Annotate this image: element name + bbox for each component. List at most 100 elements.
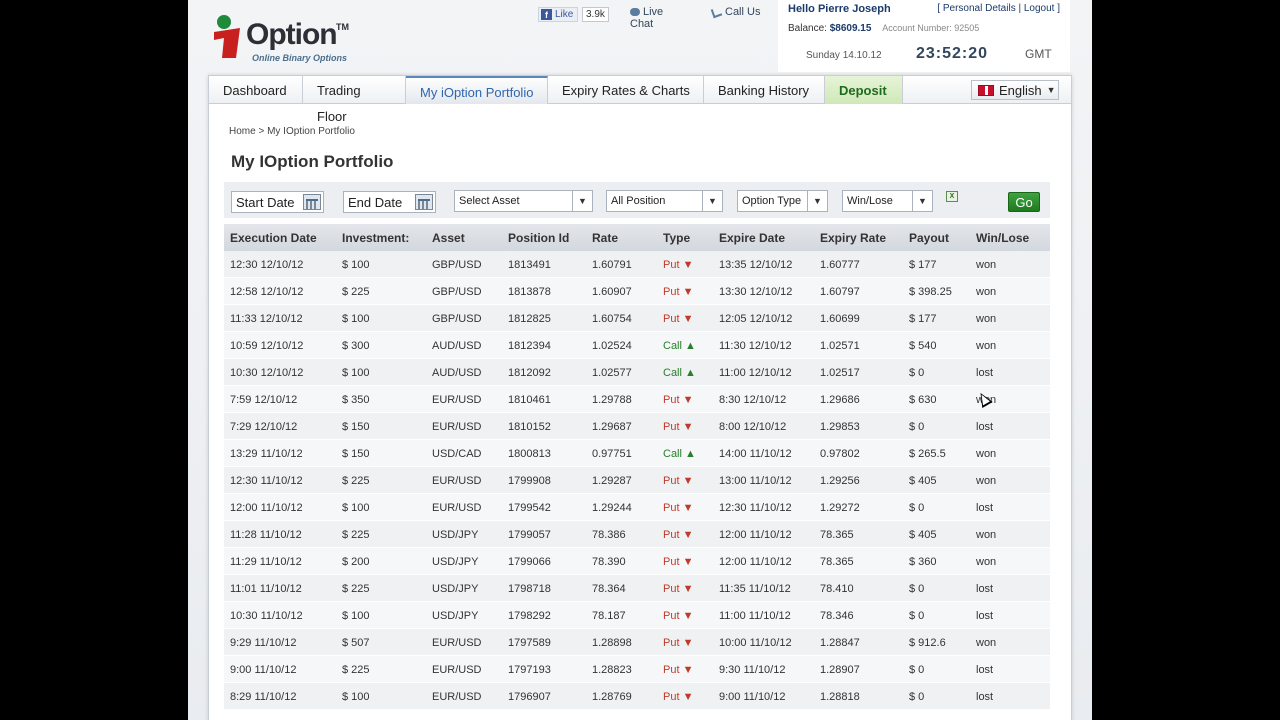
excel-export-icon[interactable]: X: [946, 191, 958, 202]
logo-tagline: Online Binary Options: [252, 53, 348, 63]
table-row[interactable]: 8:29 11/10/12 $ 100 EUR/USD 1796907 1.28769 P…: [224, 683, 1050, 710]
cell-type: Put ▼: [663, 664, 694, 676]
page-title: My IOption Portfolio: [231, 152, 394, 171]
table-row[interactable]: 13:29 11/10/12 $ 150 USD/CAD 1800813 0.97751…: [224, 440, 1050, 467]
cell-execution-date: 10:30 12/10/12: [230, 367, 304, 379]
logout-link[interactable]: Logout: [1024, 3, 1055, 14]
table-row[interactable]: 12:30 11/10/12 $ 225 EUR/USD 1799908 1.29287…: [224, 467, 1050, 494]
table-row[interactable]: 9:29 11/10/12 $ 507 EUR/USD 1797589 1.28898 P…: [224, 629, 1050, 656]
cell-type: Put ▼: [663, 691, 694, 703]
cell-position-id: 1798292: [508, 610, 551, 622]
header-expiry-rate[interactable]: Expiry Rate: [820, 231, 886, 245]
cell-execution-date: 9:00 11/10/12: [230, 664, 297, 676]
cell-asset: GBP/USD: [432, 286, 482, 298]
clock-timezone: GMT: [1025, 47, 1052, 61]
cell-expire-date: 12:05 12/10/12: [719, 313, 793, 325]
table-row[interactable]: 11:28 11/10/12 $ 225 USD/JPY 1799057 78.386 P…: [224, 521, 1050, 548]
end-date-field[interactable]: End Date: [343, 191, 436, 213]
cell-expiry-rate: 1.60777: [820, 259, 860, 271]
header-position-id[interactable]: Position Id: [508, 231, 569, 245]
cell-win-lose: won: [976, 475, 997, 487]
table-row[interactable]: 12:58 12/10/12 $ 225 GBP/USD 1813878 1.60907…: [224, 278, 1050, 305]
header-expire-date[interactable]: Expire Date: [719, 231, 785, 245]
language-select[interactable]: English ▼: [971, 80, 1059, 100]
header-rate[interactable]: Rate: [592, 231, 618, 245]
table-row[interactable]: 7:29 12/10/12 $ 150 EUR/USD 1810152 1.29687 P…: [224, 413, 1050, 440]
cell-position-id: 1810152: [508, 421, 551, 433]
header-investment[interactable]: Investment:: [342, 231, 409, 245]
cell-expiry-rate: 1.29256: [820, 475, 860, 487]
cell-asset: EUR/USD: [432, 394, 482, 406]
facebook-like-button[interactable]: f Like: [538, 7, 579, 22]
cell-investment: $ 100: [342, 691, 370, 703]
cell-asset: EUR/USD: [432, 421, 482, 433]
cell-win-lose: won: [976, 637, 997, 649]
table-row[interactable]: 7:59 12/10/12 $ 350 EUR/USD 1810461 1.29788 P…: [224, 386, 1050, 413]
cell-asset: AUD/USD: [432, 367, 482, 379]
tab-trading-floor[interactable]: Trading: [303, 76, 406, 104]
table-row[interactable]: 11:29 11/10/12 $ 200 USD/JPY 1799066 78.390 P…: [224, 548, 1050, 575]
cell-type: Call ▲: [663, 367, 696, 379]
table-row[interactable]: 9:00 11/10/12 $ 225 EUR/USD 1797193 1.28823 P…: [224, 656, 1050, 683]
win-lose-select[interactable]: Win/Lose ▼: [842, 190, 933, 212]
cell-payout: $ 0: [909, 421, 925, 433]
table-row[interactable]: 10:30 12/10/12 $ 100 AUD/USD 1812092 1.02577…: [224, 359, 1050, 386]
tab-my-ioption-portfolio[interactable]: My iOption Portfolio: [406, 76, 548, 104]
cell-position-id: 1797193: [508, 664, 551, 676]
cell-investment: $ 150: [342, 421, 370, 433]
table-row[interactable]: 11:33 12/10/12 $ 100 GBP/USD 1812825 1.60754…: [224, 305, 1050, 332]
facebook-icon: f: [541, 9, 552, 20]
go-button[interactable]: Go: [1008, 192, 1040, 212]
tab-dashboard[interactable]: Dashboard: [209, 76, 303, 104]
cell-expire-date: 10:00 11/10/12: [719, 637, 792, 649]
calendar-icon[interactable]: [303, 194, 321, 210]
table-row[interactable]: 11:01 11/10/12 $ 225 USD/JPY 1798718 78.364 P…: [224, 575, 1050, 602]
cell-investment: $ 225: [342, 529, 370, 541]
header-payout[interactable]: Payout: [909, 231, 949, 245]
cell-payout: $ 540: [909, 340, 937, 352]
balance-value: $8609.15: [829, 23, 872, 34]
cell-type: Put ▼: [663, 502, 694, 514]
position-select[interactable]: All Position ▼: [606, 190, 723, 212]
table-row[interactable]: 10:30 11/10/12 $ 100 USD/JPY 1798292 78.187 P…: [224, 602, 1050, 629]
asset-select[interactable]: Select Asset ▼: [454, 190, 593, 212]
tab-banking-history[interactable]: Banking History: [704, 76, 825, 104]
live-chat-link[interactable]: Live Chat: [630, 6, 680, 30]
cell-payout: $ 360: [909, 556, 937, 568]
cell-rate: 1.29788: [592, 394, 632, 406]
table-row[interactable]: 12:30 12/10/12 $ 100 GBP/USD 1813491 1.60791…: [224, 251, 1050, 278]
cell-type: Put ▼: [663, 475, 694, 487]
tab-trading-floor-line2[interactable]: Floor: [317, 109, 347, 124]
table-header: Execution Date Investment: Asset Positio…: [224, 224, 1050, 251]
cell-payout: $ 912.6: [909, 637, 946, 649]
cell-rate: 1.28823: [592, 664, 632, 676]
table-row[interactable]: 12:00 11/10/12 $ 100 EUR/USD 1799542 1.29244…: [224, 494, 1050, 521]
start-date-label: Start Date: [236, 195, 295, 210]
main-nav: Dashboard Trading My iOption Portfolio E…: [209, 76, 1071, 104]
chat-bubble-icon: [630, 8, 640, 17]
tab-expiry-rates-charts[interactable]: Expiry Rates & Charts: [548, 76, 704, 104]
cell-investment: $ 350: [342, 394, 370, 406]
option-type-select[interactable]: Option Type ▼: [737, 190, 828, 212]
table-row[interactable]: 10:59 12/10/12 $ 300 AUD/USD 1812394 1.02524…: [224, 332, 1050, 359]
header-win-lose[interactable]: Win/Lose: [976, 231, 1029, 245]
start-date-field[interactable]: Start Date: [231, 191, 324, 213]
header-type[interactable]: Type: [663, 231, 690, 245]
breadcrumb: Home > My IOption Portfolio: [229, 126, 355, 137]
cell-expiry-rate: 78.346: [820, 610, 854, 622]
cell-type: Put ▼: [663, 259, 694, 271]
personal-details-link[interactable]: Personal Details: [943, 3, 1016, 14]
cell-investment: $ 225: [342, 475, 370, 487]
cell-asset: EUR/USD: [432, 475, 482, 487]
greeting: Hello Pierre Joseph: [788, 3, 891, 15]
header-execution-date[interactable]: Execution Date: [230, 231, 317, 245]
cell-investment: $ 100: [342, 313, 370, 325]
ioption-logo[interactable]: Option TM Online Binary Options: [210, 10, 370, 63]
tab-deposit[interactable]: Deposit: [825, 76, 903, 104]
cell-payout: $ 0: [909, 367, 925, 379]
cell-execution-date: 13:29 11/10/12: [230, 448, 303, 460]
call-us-link[interactable]: Call Us: [710, 6, 760, 18]
calendar-icon[interactable]: [415, 194, 433, 210]
header-asset[interactable]: Asset: [432, 231, 465, 245]
cell-investment: $ 200: [342, 556, 370, 568]
